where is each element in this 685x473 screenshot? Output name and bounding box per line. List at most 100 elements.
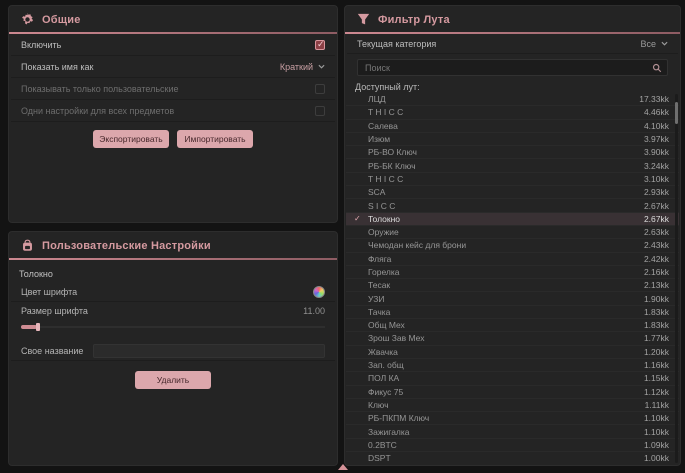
loot-row[interactable]: Салева4.10kk [346,120,679,133]
loot-row[interactable]: РБ-ВО Ключ3.90kk [346,146,679,159]
loot-item-value: 3.24kk [644,161,669,171]
loot-row[interactable]: Тесак2.13kk [346,279,679,292]
loot-row[interactable]: Тачка1.83kk [346,306,679,319]
loot-item-value: 2.67kk [644,201,669,211]
loot-item-value: 3.10kk [644,174,669,184]
loot-row[interactable]: УЗИ1.90kk [346,292,679,305]
same-settings-checkbox[interactable] [315,106,325,116]
loot-row[interactable]: ЛЦД17.33kk [346,93,679,106]
loot-item-value: 1.10kk [644,427,669,437]
export-button[interactable]: Экспортировать [93,130,169,148]
loot-item-name: Зап. общ [368,360,644,370]
settings-window: Общие Включить Показать имя как Краткий … [0,0,685,473]
delete-button[interactable]: Удалить [135,371,211,389]
color-picker-icon[interactable] [313,286,325,298]
loot-row[interactable]: Чемодан кейс для брони2.43kk [346,239,679,252]
loot-row[interactable]: Зап. общ1.16kk [346,359,679,372]
loot-row[interactable]: Зажигалка1.10kk [346,425,679,438]
name-mode-select[interactable]: Краткий [280,62,325,72]
loot-item-name: Зажигалка [368,427,644,437]
loot-item-value: 1.11kk [645,400,669,410]
font-size-label: Размер шрифта [21,306,88,316]
loot-row[interactable]: S I C C2.67kk [346,199,679,212]
category-select[interactable]: Все [640,39,668,49]
loot-item-name: РБ-ПКПМ Ключ [368,413,644,423]
funnel-icon [357,13,370,26]
option-same-settings-label: Одни настройки для всех предметов [21,106,174,116]
scrollbar-thumb[interactable] [675,102,678,124]
loot-row[interactable]: 0.2BTC1.09kk [346,439,679,452]
loot-item-value: 1.12kk [644,387,669,397]
loot-item-name: Горелка [368,267,644,277]
loot-item-name: Толокно [368,214,644,224]
panel-filter-header: Фильтр Лута [345,6,680,32]
slider-handle[interactable] [36,323,40,331]
loot-row[interactable]: T H I C C3.10kk [346,173,679,186]
panel-custom-settings: Пользовательские Настройки Толокно Цвет … [8,231,338,466]
loot-item-value: 2.67kk [644,214,669,224]
loot-item-name: Оружие [368,227,644,237]
loot-row[interactable]: Фикус 751.12kk [346,386,679,399]
option-name-mode-label: Показать имя как [21,62,93,72]
loot-item-value: 2.16kk [644,267,669,277]
enable-checkbox[interactable] [315,40,325,50]
loot-item-name: РБ-БК Ключ [368,161,644,171]
loot-item-name: Общ Мех [368,320,644,330]
slider-track [21,326,325,328]
font-size-value: 11.00 [303,306,325,316]
panel-loot-filter: Фильтр Лута Текущая категория Все Доступ… [344,5,681,466]
loot-item-value: 2.42kk [644,254,669,264]
check-icon: ✓ [354,214,368,223]
search-box[interactable] [357,59,668,76]
loot-row[interactable]: ✓Толокно2.67kk [346,213,679,226]
loot-row[interactable]: Зрош Зав Мех1.77kk [346,332,679,345]
loot-item-value: 1.90kk [644,294,669,304]
loot-item-name: 0.2BTC [368,440,644,450]
loot-item-name: Тесак [368,280,644,290]
font-size-slider[interactable] [21,322,325,332]
loot-item-value: 3.97kk [644,134,669,144]
loot-row[interactable]: Общ Мех1.83kk [346,319,679,332]
option-enable[interactable]: Включить [11,34,335,56]
loot-row[interactable]: SCA2.93kk [346,186,679,199]
font-color-row[interactable]: Цвет шрифта [11,283,335,302]
loot-row[interactable]: Ключ1.11kk [346,399,679,412]
loot-row[interactable]: Оружие2.63kk [346,226,679,239]
loot-item-value: 1.83kk [644,320,669,330]
loot-row[interactable]: ПОЛ КА1.15kk [346,372,679,385]
loot-row[interactable]: РБ-БК Ключ3.24kk [346,159,679,172]
loot-item-value: 1.16kk [644,360,669,370]
loot-item-value: 2.13kk [644,280,669,290]
search-input[interactable] [363,62,647,74]
loot-row[interactable]: Изюм3.97kk [346,133,679,146]
loot-item-value: 2.63kk [644,227,669,237]
loot-item-value: 1.00kk [644,453,669,463]
loot-item-value: 1.83kk [644,307,669,317]
loot-row[interactable]: DSPT1.00kk [346,452,679,464]
loot-item-value: 2.43kk [644,240,669,250]
loot-row[interactable]: РБ-ПКПМ Ключ1.10kk [346,412,679,425]
loot-list[interactable]: ЛЦД17.33kkT H I C C4.46kkСалева4.10kkИзю… [346,93,679,464]
option-only-custom[interactable]: Показывать только пользовательские [11,78,335,100]
loot-item-name: Салева [368,121,644,131]
loot-list-scrollbar[interactable] [675,94,678,463]
loot-row[interactable]: T H I C C4.46kk [346,106,679,119]
loot-row[interactable]: Горелка2.16kk [346,266,679,279]
option-same-settings[interactable]: Одни настройки для всех предметов [11,100,335,122]
gear-icon [21,13,34,26]
search-icon [652,63,662,73]
panel-general: Общие Включить Показать имя как Краткий … [8,5,338,223]
loot-row[interactable]: Фляга2.42kk [346,253,679,266]
only-custom-checkbox[interactable] [315,84,325,94]
collapse-arrow-icon[interactable] [338,464,348,470]
option-name-mode[interactable]: Показать имя как Краткий [11,56,335,78]
export-import-row: Экспортировать Импортировать [9,122,337,154]
loot-item-value: 4.46kk [644,107,669,117]
loot-item-name: T H I C C [368,107,644,117]
category-row[interactable]: Текущая категория Все [347,34,678,54]
import-button[interactable]: Импортировать [177,130,253,148]
loot-item-name: Жвачка [368,347,644,357]
font-size-row: Размер шрифта 11.00 [11,302,335,320]
loot-row[interactable]: Жвачка1.20kk [346,346,679,359]
custom-name-input[interactable] [93,344,325,358]
